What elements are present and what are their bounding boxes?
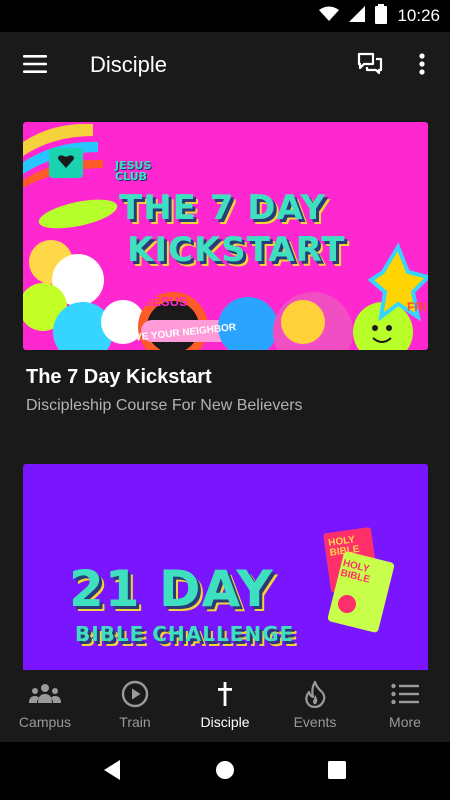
course-list: JESUS CLUB THE 7 DAY KICKSTART LOVE YOUR… [0,100,450,670]
more-vert-icon [419,52,425,80]
nav-item-events[interactable]: Events [270,670,360,742]
hamburger-icon [23,54,47,78]
artwork-title-line-1: THE 7 DAY [119,188,327,228]
course-image-bible-challenge[interactable]: 21 DAY BIBLE CHALLENGE HOLY BIBLE HOLY B… [23,464,428,670]
artwork-title-line-2: BIBLE CHALLENGE [75,622,295,646]
course-image-kickstart[interactable]: JESUS CLUB THE 7 DAY KICKSTART LOVE YOUR… [23,122,428,350]
group-icon [29,680,61,708]
bottom-navigation: Campus Train Disciple Events More [0,670,450,742]
system-recents-button[interactable] [323,758,351,786]
back-triangle-icon [102,759,122,786]
course-subtitle: Discipleship Course For New Believers [26,397,303,414]
nav-label: Disciple [200,714,250,730]
nav-item-more[interactable]: More [360,670,450,742]
course-card-kickstart[interactable]: JESUS CLUB THE 7 DAY KICKSTART LOVE YOUR… [23,122,428,415]
flame-icon [303,680,327,708]
nav-item-train[interactable]: Train [90,670,180,742]
play-circle-icon [121,680,149,708]
status-time: 10:26 [397,6,440,25]
nav-label: Campus [18,714,72,730]
sticker-fri: FRI [407,300,427,314]
system-navigation-bar [0,742,450,800]
page-title: Disciple [90,52,168,77]
course-title: The 7 Day Kickstart [26,366,212,388]
sticker-jesus: JESUS [145,294,188,309]
kickstart-artwork: JESUS CLUB THE 7 DAY KICKSTART LOVE YOUR… [23,122,428,350]
brand-line-2: CLUB [115,170,148,183]
recents-square-icon [327,760,347,785]
status-icons: 10:26 [319,0,440,32]
bible-challenge-artwork: 21 DAY BIBLE CHALLENGE HOLY BIBLE HOLY B… [23,464,428,670]
system-home-button[interactable] [211,758,239,786]
system-back-button[interactable] [98,758,126,786]
battery-icon [375,3,388,29]
cross-icon [215,680,235,708]
menu-button[interactable] [14,46,56,86]
nav-item-campus[interactable]: Campus [0,670,90,742]
list-icon [391,680,419,708]
overflow-menu-button[interactable] [404,46,440,86]
jesus-club-logo: JESUS CLUB [115,160,151,182]
app-bar: Disciple [0,32,450,100]
wifi-icon [319,6,340,27]
artwork-title-line-1: 21 DAY [69,560,274,618]
status-bar: 10:26 [0,0,450,32]
nav-label: Train [119,714,151,730]
nav-label: Events [293,714,337,730]
chat-button[interactable] [348,46,392,86]
nav-item-disciple[interactable]: Disciple [180,670,270,742]
chat-icon [357,52,383,81]
artwork-title-line-2: KICKSTART [127,230,346,270]
home-circle-icon [215,760,235,785]
nav-label: More [389,714,421,730]
cellular-icon [349,5,366,27]
course-card-bible-challenge[interactable]: 21 DAY BIBLE CHALLENGE HOLY BIBLE HOLY B… [23,464,428,670]
